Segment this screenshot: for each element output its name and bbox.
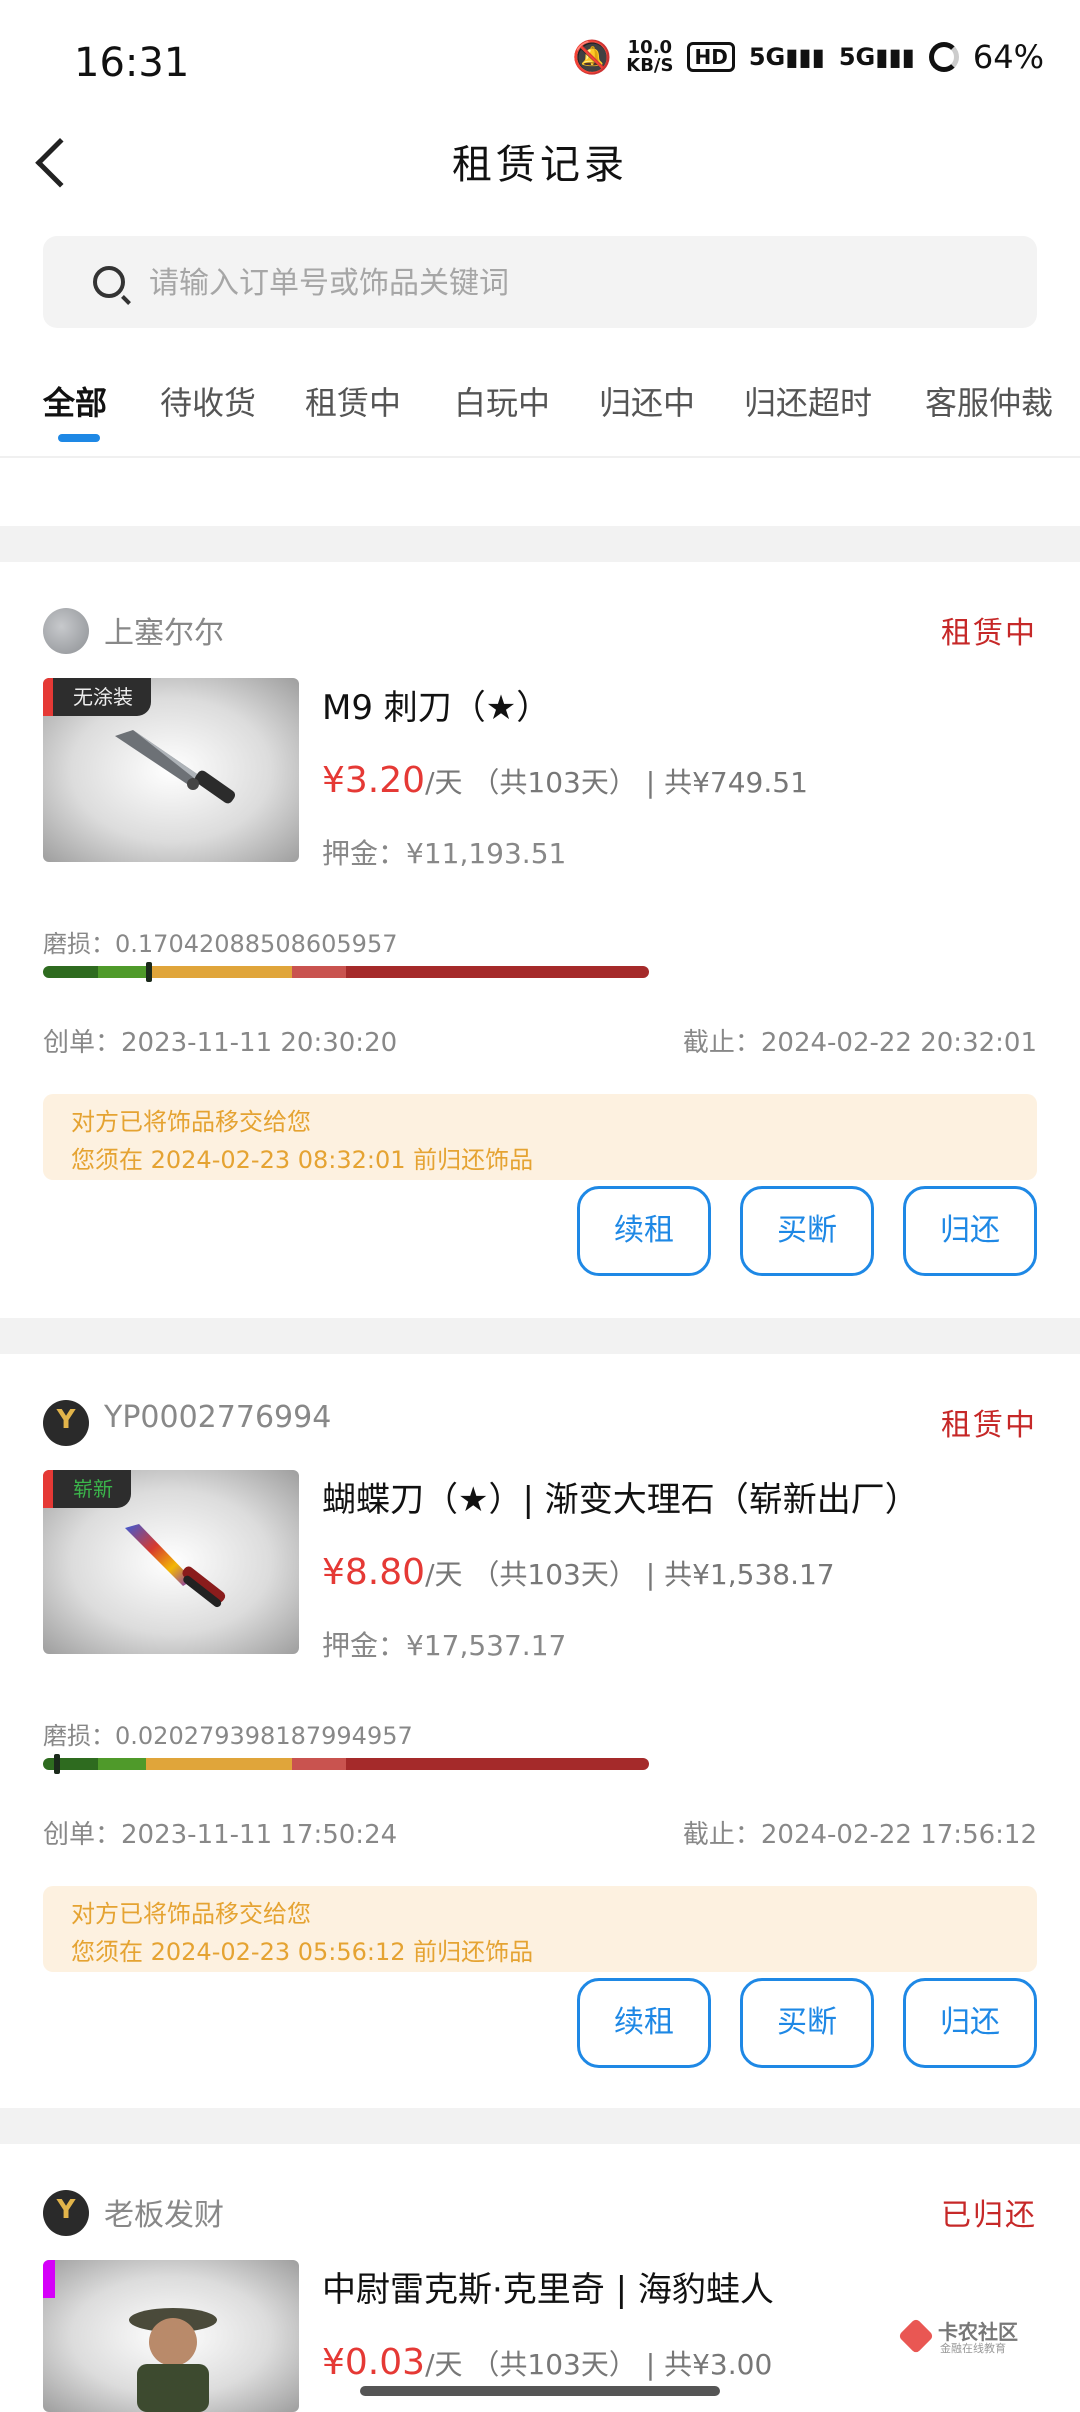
rent-days: （共103天） xyxy=(471,1558,637,1591)
order-card[interactable]: YP0002776994 租赁中 崭新 蝴蝶刀（★）| 渐变大理石（崭新出厂） … xyxy=(0,1354,1080,2146)
order-status: 已归还 xyxy=(941,2198,1037,2233)
wear-bar xyxy=(43,966,649,978)
order-card[interactable]: 老板发财 已归还 中尉雷克斯·克里奇 | 海豹蛙人 ¥0.03/天 （共103天… xyxy=(0,2144,1080,2412)
return-notice: 对方已将饰品移交给您 您须在 2024-02-23 08:32:01 前归还饰品 xyxy=(43,1094,1037,1180)
page-title: 租赁记录 xyxy=(452,142,628,188)
item-name: M9 刺刀（★） xyxy=(322,688,551,728)
buyout-button[interactable]: 买断 xyxy=(740,1978,874,2068)
total-price: 共¥3.00 xyxy=(664,2348,773,2381)
price-line: ¥8.80/天 （共103天） | 共¥1,538.17 xyxy=(322,1552,835,1593)
section-gap xyxy=(0,526,1080,562)
order-status: 租赁中 xyxy=(941,616,1037,651)
tab-arbitration[interactable]: 客服仲裁 xyxy=(925,378,1053,424)
wear-marker xyxy=(54,1754,60,1774)
price-line: ¥0.03/天 （共103天） | 共¥3.00 xyxy=(322,2342,773,2383)
tab-return-overdue[interactable]: 归还超时 xyxy=(744,378,872,424)
signal-icon: 5G▮▮▮ xyxy=(748,43,825,71)
nav-bar: 租赁记录 xyxy=(0,120,1080,200)
item-name: 蝴蝶刀（★）| 渐变大理石（崭新出厂） xyxy=(322,1480,919,1520)
deadline-time: 截止：2024-02-22 17:56:12 xyxy=(682,1820,1037,1850)
tab-pending-receipt[interactable]: 待收货 xyxy=(160,378,256,424)
rent-days: （共103天） xyxy=(471,2348,637,2381)
section-gap xyxy=(0,1318,1080,1354)
item-name: 中尉雷克斯·克里奇 | 海豹蛙人 xyxy=(322,2270,774,2310)
tab-free-play[interactable]: 白玩中 xyxy=(454,378,550,424)
wear-marker xyxy=(146,962,152,982)
tab-renting[interactable]: 租赁中 xyxy=(305,378,401,424)
deposit: 押金：¥17,537.17 xyxy=(322,1629,567,1662)
daily-price: ¥3.20 xyxy=(322,760,426,801)
renew-button[interactable]: 续租 xyxy=(577,1186,711,1276)
tab-returning[interactable]: 归还中 xyxy=(599,378,695,424)
status-bar: 16:31 🔕 10.0 KB/S HD 5G▮▮▮ 5G▮▮▮ 64% xyxy=(0,0,1080,120)
agent-image xyxy=(129,2308,217,2412)
status-icons: 🔕 10.0 KB/S HD 5G▮▮▮ 5G▮▮▮ 64% xyxy=(572,38,1044,76)
daily-price: ¥8.80 xyxy=(322,1552,426,1593)
price-line: ¥3.20/天 （共103天） | 共¥749.51 xyxy=(322,760,808,801)
battery-icon xyxy=(928,42,959,72)
mute-bell-icon: 🔕 xyxy=(572,38,613,76)
wear-bar xyxy=(43,1758,649,1770)
total-price: 共¥749.51 xyxy=(664,766,808,799)
section-gap xyxy=(0,2108,1080,2144)
return-button[interactable]: 归还 xyxy=(903,1186,1037,1276)
signal-icon-2: 5G▮▮▮ xyxy=(838,43,915,71)
return-button[interactable]: 归还 xyxy=(903,1978,1037,2068)
item-thumbnail[interactable] xyxy=(43,2260,299,2412)
watermark-logo-icon xyxy=(897,2317,935,2355)
seller-name: 上塞尔尔 xyxy=(104,616,224,651)
seller-name: YP0002776994 xyxy=(104,1400,332,1435)
daily-price: ¥0.03 xyxy=(322,2342,426,2383)
tab-bar: 全部 待收货 租赁中 白玩中 归还中 归还超时 客服仲裁 xyxy=(0,366,1080,456)
rent-days: （共103天） xyxy=(471,766,637,799)
order-card[interactable]: 上塞尔尔 租赁中 无涂装 M9 刺刀（★） ¥3.20/天 （共103天） | … xyxy=(0,562,1080,1354)
hd-icon: HD xyxy=(687,42,735,72)
search-input[interactable] xyxy=(147,236,1011,330)
avatar[interactable] xyxy=(43,608,89,654)
status-time: 16:31 xyxy=(74,40,190,86)
active-tab-indicator xyxy=(58,434,100,442)
seller-name: 老板发财 xyxy=(104,2198,224,2233)
deadline-time: 截止：2024-02-22 20:32:01 xyxy=(682,1028,1037,1058)
return-notice: 对方已将饰品移交给您 您须在 2024-02-23 05:56:12 前归还饰品 xyxy=(43,1886,1037,1972)
avatar[interactable] xyxy=(43,2190,89,2236)
divider xyxy=(0,456,1080,458)
home-indicator[interactable] xyxy=(360,2386,720,2396)
network-speed: 10.0 KB/S xyxy=(626,37,674,76)
item-thumbnail[interactable]: 崭新 xyxy=(43,1470,299,1654)
wear-tag: 无涂装 xyxy=(43,678,151,716)
created-time: 创单：2023-11-11 17:50:24 xyxy=(43,1820,398,1850)
deposit: 押金：¥11,193.51 xyxy=(322,837,567,870)
tab-all[interactable]: 全部 xyxy=(43,378,107,424)
buyout-button[interactable]: 买断 xyxy=(740,1186,874,1276)
battery-level: 64% xyxy=(972,38,1044,76)
watermark: 卡农社区 金融在线教育 xyxy=(897,2316,1020,2356)
wear-tag: 崭新 xyxy=(43,1470,131,1508)
created-time: 创单：2023-11-11 20:30:20 xyxy=(43,1028,398,1058)
renew-button[interactable]: 续租 xyxy=(577,1978,711,2068)
search-bar[interactable] xyxy=(43,236,1037,330)
search-icon xyxy=(93,266,125,298)
item-thumbnail[interactable]: 无涂装 xyxy=(43,678,299,862)
total-price: 共¥1,538.17 xyxy=(664,1558,835,1591)
order-status: 租赁中 xyxy=(941,1408,1037,1443)
float-value: 磨损：0.17042088508605957 xyxy=(43,930,398,958)
avatar[interactable] xyxy=(43,1400,89,1446)
float-value: 磨损：0.020279398187994957 xyxy=(43,1722,413,1750)
